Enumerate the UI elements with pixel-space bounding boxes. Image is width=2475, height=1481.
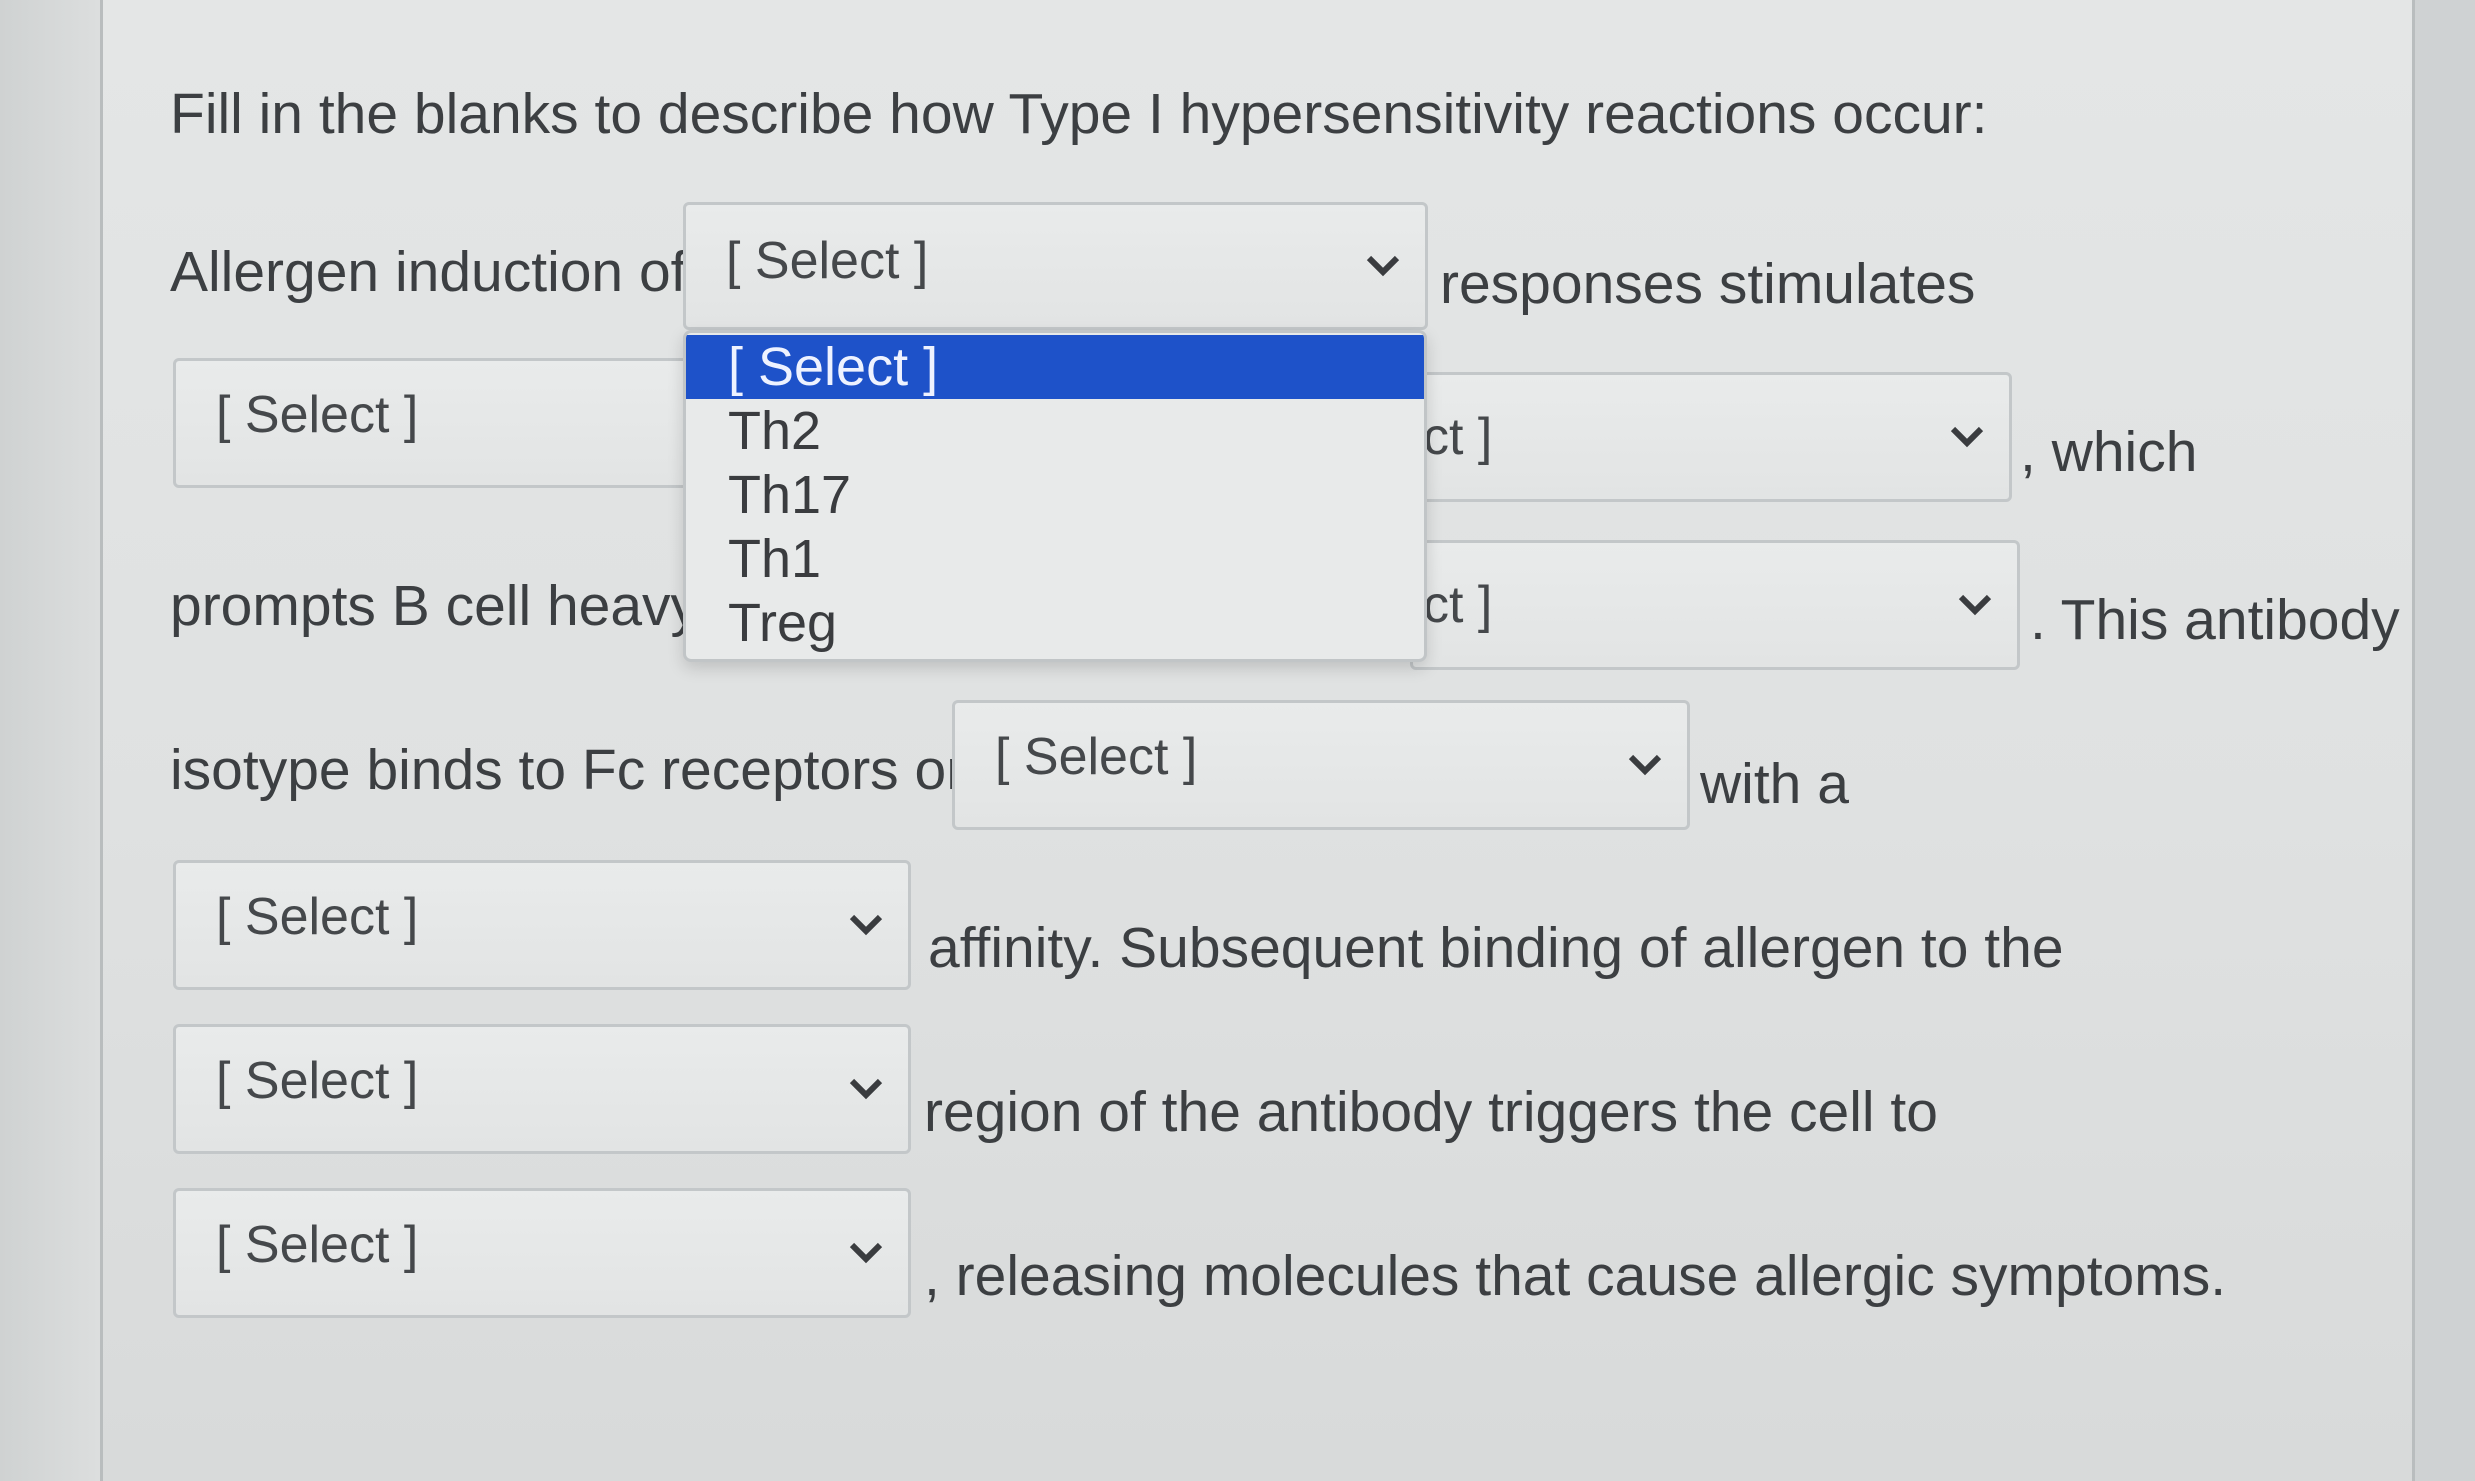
sentence-text-9: region of the antibody triggers the cell… (924, 1080, 1938, 1144)
select-antibody-region[interactable]: [ Select ] (173, 1024, 911, 1154)
select-cell-type[interactable]: [ Select ] (952, 700, 1690, 830)
sentence-text-7: with a (1700, 752, 1849, 816)
question-title: Fill in the blanks to describe how Type … (170, 82, 1988, 146)
dropdown-option-treg[interactable]: Treg (686, 591, 1424, 655)
sentence-text-10: , releasing molecules that cause allergi… (924, 1244, 2227, 1308)
chevron-down-icon (1366, 255, 1400, 277)
chevron-down-icon (1958, 594, 1992, 616)
dropdown-option-th1[interactable]: Th1 (686, 527, 1424, 591)
chevron-down-icon (849, 1242, 883, 1264)
sentence-text-4: prompts B cell heavy- (170, 574, 719, 638)
chevron-down-icon (849, 914, 883, 936)
sentence-text-3: , which (2020, 420, 2198, 484)
right-margin (2412, 0, 2475, 1481)
select-blank-2b[interactable]: ct ] (1410, 372, 2012, 502)
sentence-text-5: . This antibody (2030, 588, 2400, 652)
left-margin (0, 0, 103, 1481)
dropdown-list: [ Select ] Th2 Th17 Th1 Treg (683, 330, 1427, 662)
select-label: [ Select ] (216, 888, 419, 946)
select-class-switch[interactable]: ct ] (1410, 540, 2020, 670)
select-label: ct ] (1423, 576, 1493, 634)
select-label: [ Select ] (726, 232, 929, 290)
dropdown-option-select[interactable]: [ Select ] (686, 335, 1424, 399)
sentence-text-8: affinity. Subsequent binding of allergen… (928, 916, 2064, 980)
select-th-response[interactable]: [ Select ] (683, 202, 1428, 330)
chevron-down-icon (849, 1078, 883, 1100)
select-cytokine[interactable]: [ Select ] (173, 358, 693, 488)
select-label: [ Select ] (995, 728, 1198, 786)
sentence-text-1: Allergen induction of (170, 240, 687, 304)
dropdown-option-th17[interactable]: Th17 (686, 463, 1424, 527)
sentence-text-2: responses stimulates (1440, 252, 1976, 316)
chevron-down-icon (1628, 754, 1662, 776)
select-label: ct ] (1423, 408, 1493, 466)
sentence-text-6: isotype binds to Fc receptors on (170, 738, 978, 802)
select-label: [ Select ] (216, 1216, 419, 1274)
dropdown-option-th2[interactable]: Th2 (686, 399, 1424, 463)
select-label: [ Select ] (216, 1052, 419, 1110)
select-affinity[interactable]: [ Select ] (173, 860, 911, 990)
select-label: [ Select ] (216, 386, 419, 444)
chevron-down-icon (1950, 426, 1984, 448)
select-cell-action[interactable]: [ Select ] (173, 1188, 911, 1318)
